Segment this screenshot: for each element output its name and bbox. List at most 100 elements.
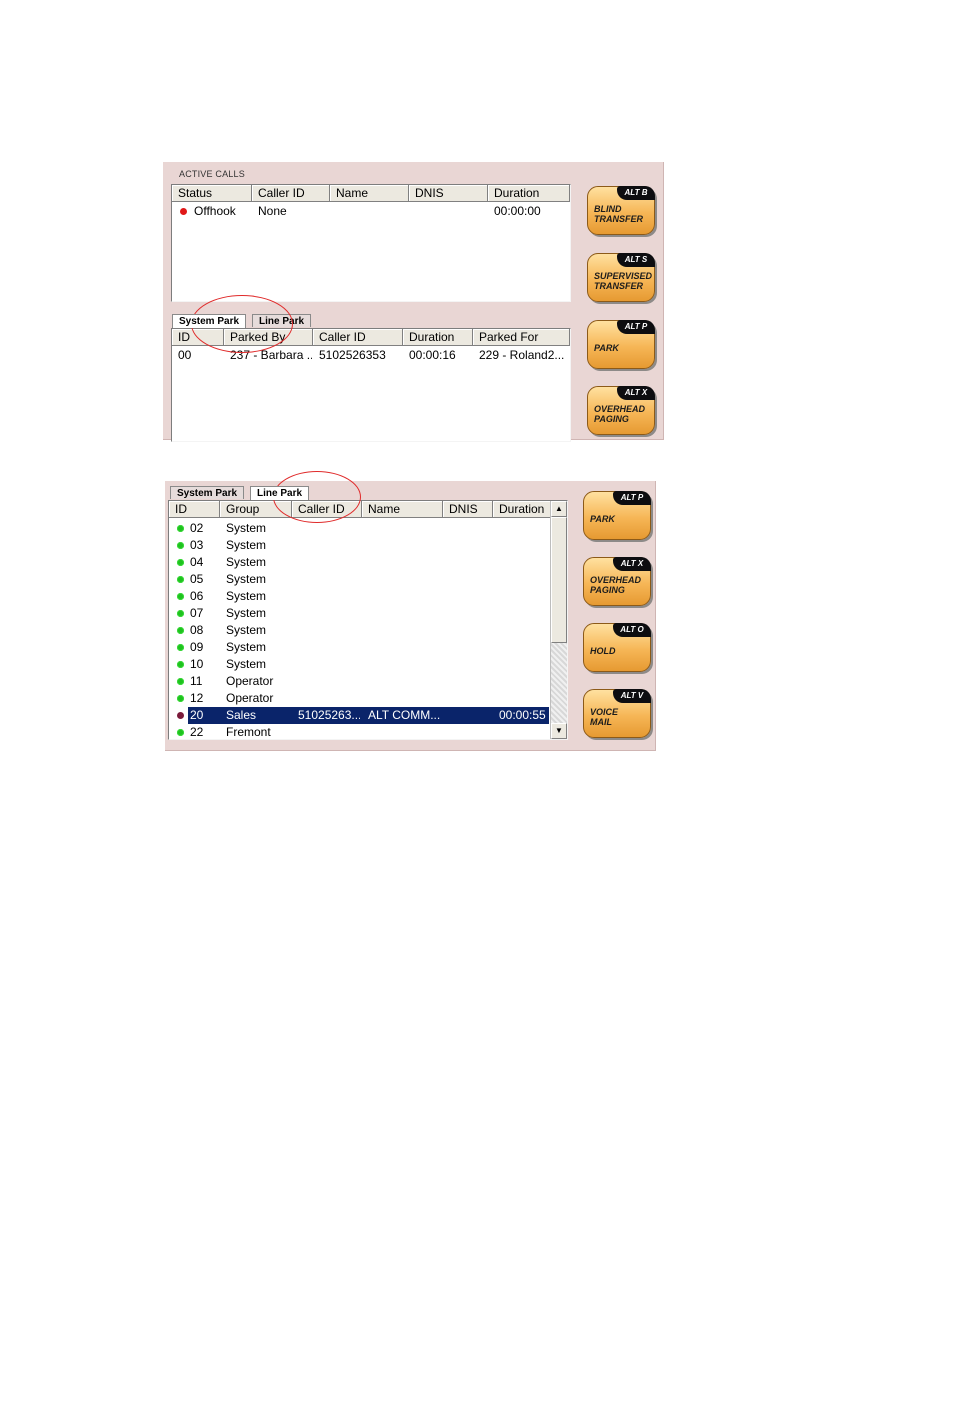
line-row-selected[interactable]: 20 Sales 51025263... ALT COMM... 00:00:5… [169, 707, 549, 724]
shortcut-badge: ALT S [617, 253, 655, 267]
column-header-parked-for[interactable]: Parked For [473, 329, 570, 345]
cell-duration: 00:00:00 [494, 204, 541, 218]
cell-id: 11 [190, 674, 203, 688]
line-row[interactable]: 10 System [169, 656, 549, 673]
tab-system-park[interactable]: System Park [172, 314, 247, 328]
cell-group: System [226, 572, 267, 586]
cell-parked-for: 229 - Roland2... [479, 348, 565, 362]
hold-button[interactable]: ALT O HOLD [583, 623, 651, 672]
column-header-duration[interactable]: Duration [488, 185, 570, 201]
line-row[interactable]: 12 Operator [169, 690, 549, 707]
cell-parked-by: 237 - Barbara ... [230, 348, 312, 362]
button-label: PARK [594, 343, 619, 353]
tab-system-park[interactable]: System Park [170, 486, 245, 499]
cell-id: 07 [190, 606, 204, 620]
line-row[interactable]: 04 System [169, 554, 549, 571]
shortcut-badge: ALT X [613, 557, 651, 571]
cell-group: Operator [226, 691, 274, 705]
shortcut-badge: ALT V [613, 689, 651, 703]
active-calls-list[interactable]: Status Caller ID Name DNIS Duration Offh… [171, 184, 571, 302]
column-header-caller-id[interactable]: Caller ID [313, 329, 403, 345]
cell-duration: 00:00:55 [499, 708, 546, 722]
cell-id: 04 [190, 555, 204, 569]
line-status-icon [177, 729, 184, 736]
shortcut-badge: ALT B [617, 186, 655, 200]
column-header-parked-by[interactable]: Parked By [224, 329, 313, 345]
park-button[interactable]: ALT P PARK [587, 320, 655, 369]
shortcut-badge: ALT P [617, 320, 655, 334]
cell-id: 20 [190, 708, 204, 722]
tab-line-park[interactable]: Line Park [252, 314, 312, 327]
cell-group: System [226, 538, 267, 552]
voice-mail-button[interactable]: ALT V VOICE MAIL [583, 689, 651, 738]
active-calls-label: ACTIVE CALLS [179, 169, 245, 179]
system-park-list[interactable]: ID Parked By Caller ID Duration Parked F… [171, 328, 571, 442]
cell-status: Offhook [194, 204, 236, 218]
line-row[interactable]: 11 Operator [169, 673, 549, 690]
cell-id: 05 [190, 572, 204, 586]
shortcut-badge: ALT O [613, 623, 651, 637]
scroll-down-icon[interactable]: ▼ [551, 723, 567, 739]
line-status-icon [177, 593, 184, 600]
blind-transfer-button[interactable]: ALT B BLIND TRANSFER [587, 186, 655, 235]
system-park-header: ID Parked By Caller ID Duration Parked F… [172, 329, 570, 346]
cell-group: System [226, 589, 267, 603]
line-status-icon [177, 661, 184, 668]
parked-call-row[interactable]: 00 237 - Barbara ... 5102526353 00:00:16… [172, 347, 568, 364]
column-header-caller-id[interactable]: Caller ID [252, 185, 330, 201]
cell-group: Fremont [226, 725, 271, 739]
button-label: SUPERVISED TRANSFER [594, 271, 653, 291]
column-header-dnis[interactable]: DNIS [409, 185, 488, 201]
cell-group: Sales [226, 708, 257, 722]
line-row[interactable]: 08 System [169, 622, 549, 639]
line-row[interactable]: 02 System [169, 520, 549, 537]
vertical-scrollbar[interactable]: ▲ ▼ [550, 501, 567, 739]
park-button[interactable]: ALT P PARK [583, 491, 651, 540]
line-status-icon [177, 627, 184, 634]
overhead-paging-button[interactable]: ALT X OVERHEAD PAGING [583, 557, 651, 606]
scroll-up-icon[interactable]: ▲ [551, 501, 567, 517]
line-row[interactable]: 09 System [169, 639, 549, 656]
cell-id: 02 [190, 521, 204, 535]
active-call-row[interactable]: Offhook None 00:00:00 [172, 203, 568, 220]
line-status-icon [177, 525, 184, 532]
line-park-list[interactable]: ID Group Caller ID Name DNIS Duration 02… [168, 500, 568, 740]
cell-id: 08 [190, 623, 204, 637]
park-tabs: System Park Line Park [170, 486, 370, 500]
button-label: PARK [590, 514, 615, 524]
cell-group: System [226, 657, 267, 671]
cell-caller-id: None [258, 204, 287, 218]
supervised-transfer-button[interactable]: ALT S SUPERVISED TRANSFER [587, 253, 655, 302]
cell-caller-id: 5102526353 [319, 348, 386, 362]
button-label: OVERHEAD PAGING [590, 575, 642, 595]
cell-group: System [226, 640, 267, 654]
cell-name: ALT COMM... [368, 708, 440, 722]
scroll-thumb[interactable] [551, 517, 567, 643]
cell-caller-id: 51025263... [298, 708, 360, 722]
cell-id: 06 [190, 589, 204, 603]
tab-line-park[interactable]: Line Park [250, 486, 310, 500]
active-calls-panel: ACTIVE CALLS Status Caller ID Name DNIS … [163, 162, 664, 442]
column-header-name[interactable]: Name [330, 185, 409, 201]
overhead-paging-button[interactable]: ALT X OVERHEAD PAGING [587, 386, 655, 435]
cell-group: System [226, 623, 267, 637]
button-label: HOLD [590, 646, 616, 656]
line-status-icon [177, 644, 184, 651]
line-row[interactable]: 07 System [169, 605, 549, 622]
cell-group: System [226, 555, 267, 569]
line-row[interactable]: 06 System [169, 588, 549, 605]
line-row[interactable]: 03 System [169, 537, 549, 554]
column-header-status[interactable]: Status [172, 185, 252, 201]
park-tabs: System Park Line Park [172, 314, 372, 328]
line-row[interactable]: 05 System [169, 571, 549, 588]
line-status-icon [177, 610, 184, 617]
column-header-id[interactable]: ID [172, 329, 224, 345]
line-row[interactable]: 22 Fremont [169, 724, 549, 739]
line-status-icon [177, 712, 184, 719]
column-header-duration[interactable]: Duration [403, 329, 473, 345]
line-rows: 02 System 03 System 04 System 05 System … [169, 501, 551, 739]
cell-group: System [226, 606, 267, 620]
line-status-icon [177, 559, 184, 566]
line-park-panel: System Park Line Park ID Group Caller ID… [165, 471, 656, 751]
line-status-icon [177, 678, 184, 685]
